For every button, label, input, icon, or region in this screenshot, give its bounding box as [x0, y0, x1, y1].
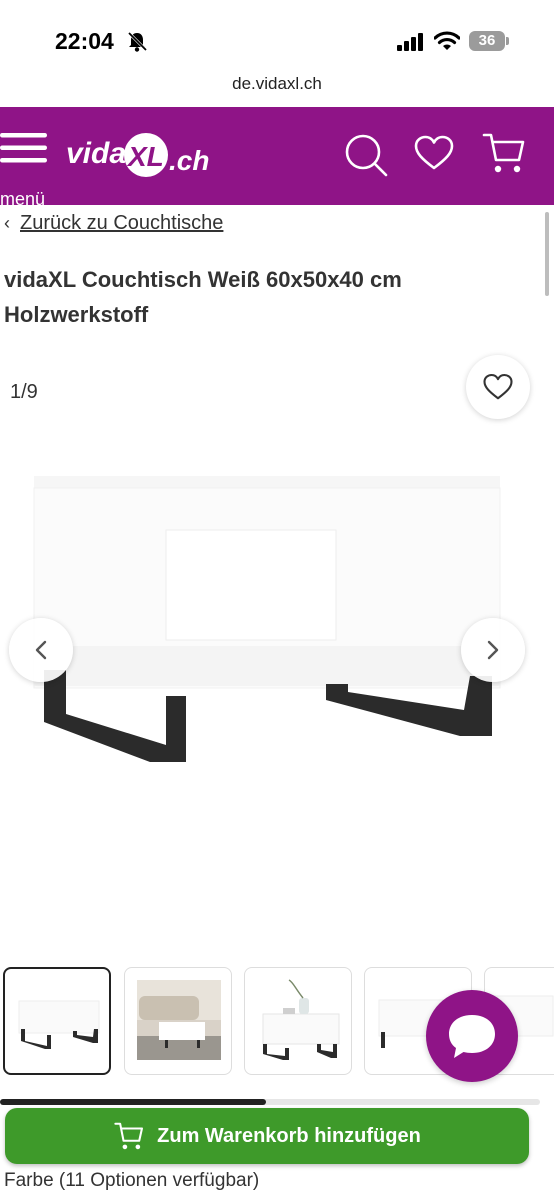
add-to-cart-label: Zum Warenkorb hinzufügen — [157, 1124, 421, 1147]
color-options-label[interactable]: Farbe (11 Optionen verfügbar) — [4, 1170, 259, 1192]
cart-icon — [114, 1122, 144, 1150]
thumbnail[interactable] — [3, 967, 111, 1075]
menu-label: menü — [0, 189, 46, 209]
signal-icon — [397, 33, 423, 51]
hamburger-icon — [0, 133, 47, 163]
thumbnail-image — [18, 1000, 100, 1049]
status-bar: 22:04 36 — [0, 0, 554, 72]
search-icon[interactable] — [344, 133, 388, 177]
product-title: vidaXL Couchtisch Weiß 60x50x40 cm Holzw… — [4, 267, 402, 327]
logo-graphic: vida XL .ch — [66, 133, 209, 177]
battery-tip — [506, 37, 509, 45]
thumbnail-image — [262, 979, 340, 1060]
bell-slash-icon — [127, 31, 148, 52]
cart-icon[interactable] — [482, 131, 526, 175]
thumbnail-image — [137, 980, 221, 1060]
url-bar[interactable]: de.vidaxl.ch — [0, 74, 554, 94]
thumbnail-scroll-thumb[interactable] — [0, 1099, 266, 1105]
chat-button[interactable] — [426, 990, 518, 1082]
logo-text-left: vida — [66, 137, 126, 170]
heart-icon[interactable] — [414, 135, 454, 171]
battery-icon: 36 — [469, 31, 505, 51]
chevron-left-icon: ‹ — [4, 213, 10, 233]
logo-text-mark: XL — [126, 141, 164, 172]
page-scrollbar[interactable] — [545, 212, 549, 296]
breadcrumb-link[interactable]: Zurück zu Couchtische — [20, 212, 223, 234]
chevron-right-icon — [487, 640, 499, 660]
gallery-prev-button[interactable] — [9, 618, 73, 682]
gallery-counter: 1/9 — [10, 381, 38, 403]
product-main-image[interactable] — [30, 470, 510, 770]
logo-text-right: .ch — [169, 145, 209, 176]
status-time: 22:04 — [55, 28, 114, 54]
add-to-cart-button[interactable]: Zum Warenkorb hinzufügen — [5, 1108, 529, 1164]
menu-button[interactable]: menü — [0, 129, 52, 209]
wifi-icon — [434, 31, 460, 50]
heart-icon — [483, 373, 513, 400]
wishlist-button[interactable] — [466, 355, 530, 419]
chat-bubble-icon — [449, 1015, 495, 1058]
thumbnail[interactable] — [244, 967, 352, 1075]
breadcrumb[interactable]: ‹ Zurück zu Couchtische — [4, 212, 223, 235]
vidaxl-logo[interactable]: vida XL .ch — [66, 125, 216, 186]
thumbnail[interactable] — [124, 967, 232, 1075]
site-header: menü vida XL .ch — [0, 107, 554, 209]
gallery-next-button[interactable] — [461, 618, 525, 682]
chevron-left-icon — [35, 640, 47, 660]
